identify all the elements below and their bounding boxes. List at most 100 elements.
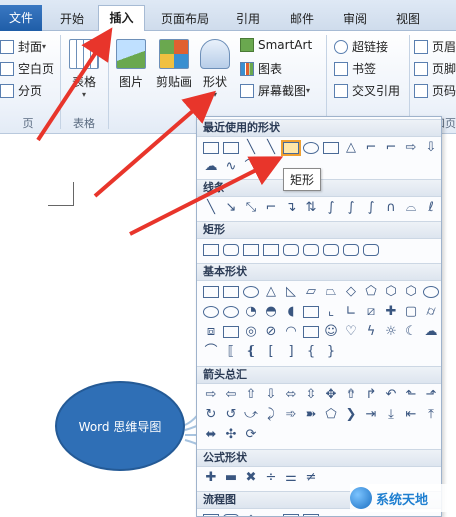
left-up-arrow-icon[interactable]: ⬑ bbox=[403, 387, 419, 403]
donut-shape-icon[interactable]: ◎ bbox=[243, 324, 259, 340]
clipart-button[interactable]: 剪贴画 bbox=[152, 39, 196, 90]
up-callout-arrow-icon[interactable]: ⤒ bbox=[423, 407, 439, 423]
right-bracket-icon[interactable]: ] bbox=[283, 344, 299, 360]
equal-shape-icon[interactable]: ⚌ bbox=[283, 470, 299, 486]
up-arrow-shape-icon[interactable]: ⇧ bbox=[243, 387, 259, 403]
shapes-button[interactable]: 形状 ▾ bbox=[198, 39, 232, 99]
line-shape-icon[interactable]: ╲ bbox=[203, 200, 219, 216]
l-shape-icon[interactable]: ∟ bbox=[343, 304, 359, 320]
curved-arrow-connector-icon[interactable]: ∫ bbox=[343, 200, 359, 216]
octagon-icon[interactable] bbox=[423, 286, 439, 298]
smartart-button[interactable]: SmartArt bbox=[240, 38, 312, 52]
double-bracket-icon[interactable]: ⟦ bbox=[223, 344, 239, 360]
rectangle-shape-icon[interactable] bbox=[281, 140, 301, 156]
divide-shape-icon[interactable]: ÷ bbox=[263, 470, 279, 486]
round-snip-rectangle-icon[interactable] bbox=[283, 244, 299, 256]
heart-shape-icon[interactable]: ♡ bbox=[343, 324, 359, 340]
arrow-line-icon[interactable]: ↘ bbox=[223, 200, 239, 216]
elbow-connector-icon[interactable]: ⌐ bbox=[363, 140, 379, 156]
can-shape-icon[interactable]: ⌭ bbox=[423, 304, 439, 320]
arc-shape-icon[interactable]: ⌒ bbox=[203, 344, 219, 360]
chord-shape-icon[interactable]: ◓ bbox=[263, 304, 279, 320]
picture-button[interactable]: 图片 bbox=[113, 39, 149, 90]
double-arrow-line-icon[interactable]: ⤡ bbox=[243, 200, 259, 216]
diagonal-stripe-icon[interactable]: ⧄ bbox=[363, 304, 379, 320]
multiply-shape-icon[interactable]: ✖ bbox=[243, 470, 259, 486]
plus-shape-icon[interactable]: ✚ bbox=[203, 470, 219, 486]
down-callout-arrow-icon[interactable]: ⤓ bbox=[383, 407, 399, 423]
chevron-arrow-icon[interactable]: ❯ bbox=[343, 407, 359, 423]
tab-references[interactable]: 引用 bbox=[228, 9, 268, 31]
left-right-callout-icon[interactable]: ⬌ bbox=[203, 427, 219, 443]
down-arrow-shape-icon[interactable]: ⇩ bbox=[423, 140, 439, 156]
scribble-shape-icon[interactable]: ℓ bbox=[423, 200, 439, 216]
oval-shape-icon[interactable] bbox=[243, 286, 259, 298]
header-button[interactable]: 页眉 bbox=[414, 38, 456, 55]
elbow-connector-icon[interactable]: ⌐ bbox=[263, 200, 279, 216]
bent-arrow-icon[interactable]: ↱ bbox=[363, 387, 379, 403]
rectangle-shape-icon[interactable] bbox=[323, 142, 339, 154]
round-rectangle-icon[interactable] bbox=[303, 244, 319, 256]
trapezoid-icon[interactable]: ⏢ bbox=[323, 284, 339, 300]
teardrop-icon[interactable]: ◖ bbox=[283, 304, 299, 320]
curved-double-arrow-icon[interactable]: ∫ bbox=[363, 200, 379, 216]
tab-file[interactable]: 文件 bbox=[0, 5, 42, 31]
bookmark-button[interactable]: 书签 bbox=[334, 60, 376, 77]
tab-page-layout[interactable]: 页面布局 bbox=[153, 9, 217, 31]
right-brace-icon[interactable]: } bbox=[323, 344, 339, 360]
u-turn-arrow-icon[interactable]: ↶ bbox=[383, 387, 399, 403]
diamond-icon[interactable]: ◇ bbox=[343, 284, 359, 300]
bent-up-arrow-icon[interactable]: ⬏ bbox=[423, 387, 439, 403]
freeform-shape-icon[interactable]: ⌓ bbox=[403, 200, 419, 216]
not-equal-shape-icon[interactable]: ≠ bbox=[303, 470, 319, 486]
curved-up-arrow-icon[interactable]: ⤻ bbox=[243, 407, 259, 423]
arc-shape-icon[interactable]: ⌒ bbox=[243, 159, 259, 175]
hyperlink-button[interactable]: 超链接 bbox=[334, 38, 388, 55]
double-brace-icon[interactable]: ❴ bbox=[243, 344, 259, 360]
down-arrow-shape-icon[interactable]: ⇩ bbox=[263, 387, 279, 403]
textbox-shape-icon[interactable] bbox=[203, 286, 219, 298]
curve-shape-icon[interactable]: ∿ bbox=[223, 159, 239, 175]
table-button[interactable]: 表格 ▾ bbox=[64, 39, 104, 99]
lightning-bolt-icon[interactable]: ϟ bbox=[363, 324, 379, 340]
hexagon-icon[interactable]: ⬡ bbox=[383, 284, 399, 300]
cross-reference-button[interactable]: 交叉引用 bbox=[334, 82, 400, 99]
textbox-shape-icon[interactable] bbox=[223, 142, 239, 154]
pentagon-icon[interactable]: ⬠ bbox=[363, 284, 379, 300]
data-shape-icon[interactable]: ▱ bbox=[263, 512, 279, 516]
parallelogram-icon[interactable]: ▱ bbox=[303, 284, 319, 300]
decagon-icon[interactable] bbox=[203, 306, 219, 318]
round-rectangle-icon[interactable] bbox=[343, 244, 359, 256]
triangle-shape-icon[interactable]: △ bbox=[343, 140, 359, 156]
sun-shape-icon[interactable]: ☼ bbox=[383, 324, 399, 340]
dodecagon-icon[interactable] bbox=[223, 306, 239, 318]
notched-right-arrow-icon[interactable]: ➽ bbox=[303, 407, 319, 423]
striped-right-arrow-icon[interactable]: ➾ bbox=[283, 407, 299, 423]
left-right-up-arrow-icon[interactable]: ⇮ bbox=[343, 387, 359, 403]
quad-callout-icon[interactable]: ✣ bbox=[223, 427, 239, 443]
cross-shape-icon[interactable]: ✚ bbox=[383, 304, 399, 320]
heptagon-icon[interactable]: ⬡ bbox=[403, 284, 419, 300]
oval-shape-icon[interactable] bbox=[303, 142, 319, 154]
curved-connector-icon[interactable]: ∫ bbox=[323, 200, 339, 216]
minus-shape-icon[interactable]: ▬ bbox=[223, 470, 239, 486]
cloud-shape-icon[interactable]: ☁ bbox=[203, 159, 219, 175]
frame-shape-icon[interactable] bbox=[303, 306, 319, 318]
snip-rectangle-icon[interactable] bbox=[263, 244, 279, 256]
pentagon-arrow-icon[interactable]: ⬠ bbox=[323, 407, 339, 423]
tab-home[interactable]: 开始 bbox=[52, 9, 92, 31]
quad-arrow-icon[interactable]: ✥ bbox=[323, 387, 339, 403]
tab-view[interactable]: 视图 bbox=[388, 9, 428, 31]
round-rectangle-icon[interactable] bbox=[363, 244, 379, 256]
elbow-arrow-connector-icon[interactable]: ↴ bbox=[283, 200, 299, 216]
line-shape-icon[interactable]: ╲ bbox=[263, 140, 279, 156]
blank-page-button[interactable]: 空白页 bbox=[0, 60, 54, 77]
plaque-icon[interactable]: ▢ bbox=[403, 304, 419, 320]
tab-review[interactable]: 审阅 bbox=[335, 9, 375, 31]
elbow-connector-icon[interactable]: ⌐ bbox=[383, 140, 399, 156]
snip-rectangle-icon[interactable] bbox=[243, 244, 259, 256]
pie-shape-icon[interactable]: ◔ bbox=[243, 304, 259, 320]
folded-corner-icon[interactable] bbox=[303, 326, 319, 338]
block-arc-icon[interactable]: ◠ bbox=[283, 324, 299, 340]
elbow-double-arrow-icon[interactable]: ⇅ bbox=[303, 200, 319, 216]
